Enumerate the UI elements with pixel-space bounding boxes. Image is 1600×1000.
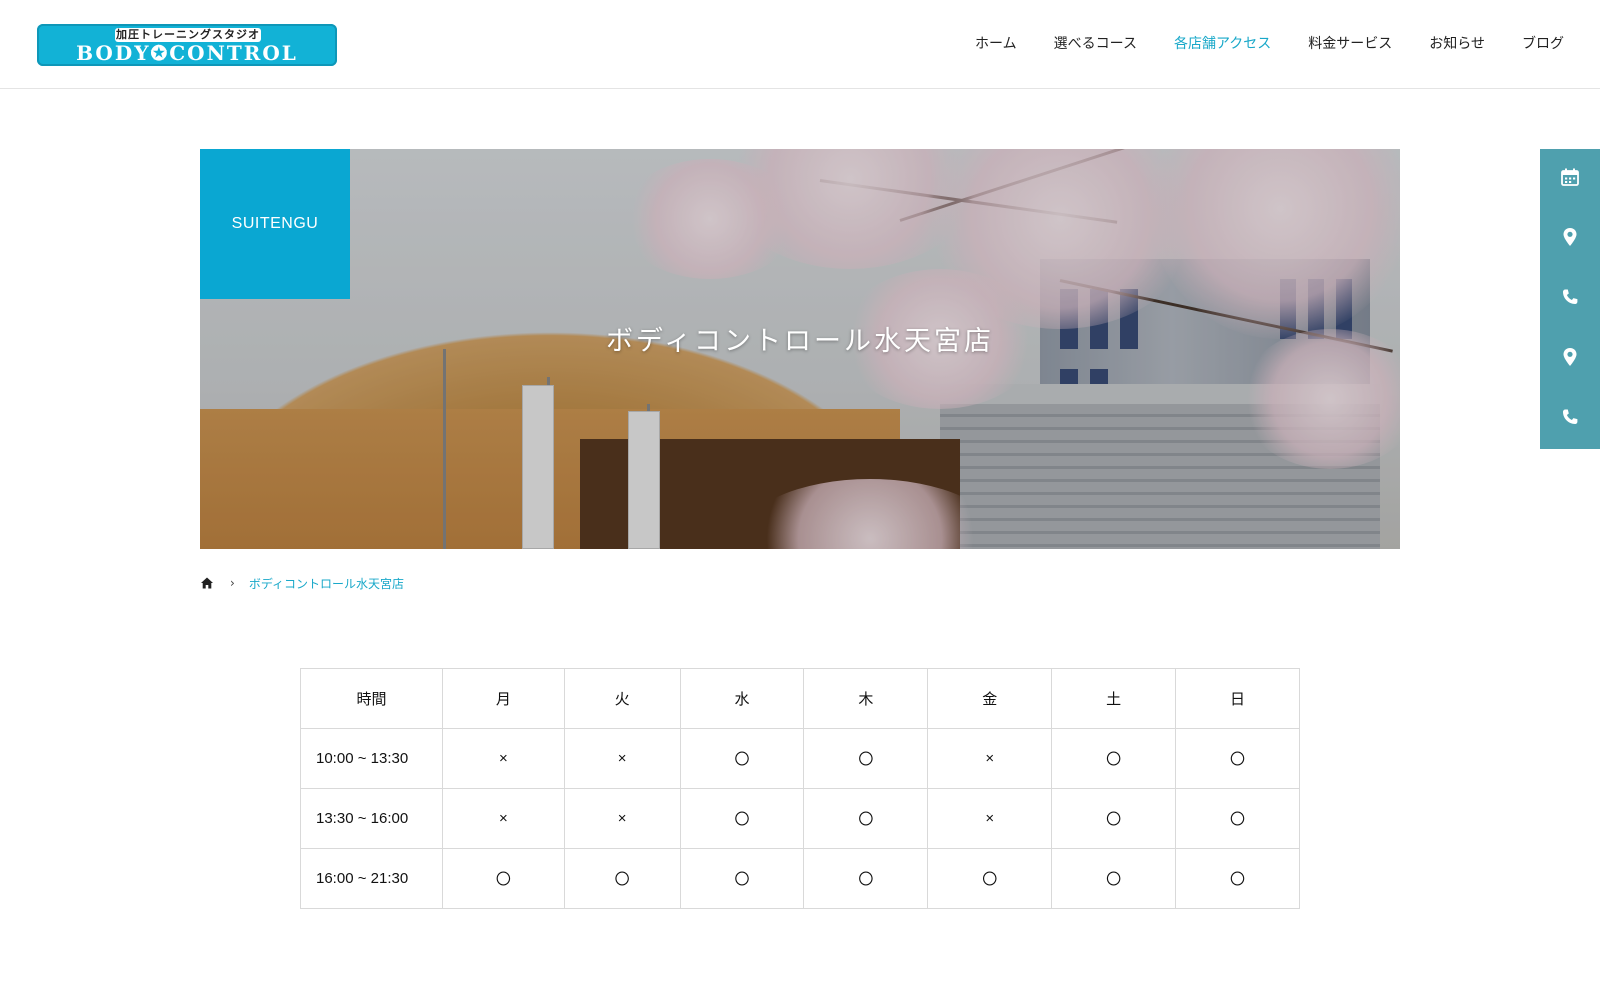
breadcrumb-separator: ›	[230, 576, 235, 590]
home-icon[interactable]	[200, 576, 214, 590]
availability-cell: ×	[441, 788, 565, 849]
nav-store-access[interactable]: 各店舗アクセス	[1174, 34, 1271, 54]
availability-cell: 〇	[803, 788, 929, 849]
availability-cell: ×	[441, 728, 565, 789]
logo-wordmark: BODY✪CONTROL	[76, 41, 298, 65]
column-header-thu: 木	[803, 668, 929, 729]
column-header-sun: 日	[1175, 668, 1300, 729]
time-slot: 16:00 ~ 21:30	[300, 848, 443, 909]
time-slot: 10:00 ~ 13:30	[300, 728, 443, 789]
availability-cell: 〇	[679, 728, 805, 789]
availability-cell: ×	[927, 788, 1053, 849]
availability-cell: 〇	[679, 788, 805, 849]
call-button[interactable]	[1540, 389, 1600, 449]
schedule-table: 時間 月 火 水 木 金 土 日 10:00 ~ 13:30 × × 〇 〇 ×…	[300, 668, 1300, 909]
main-nav: ホーム 選べるコース 各店舗アクセス 料金サービス お知らせ ブログ	[938, 34, 1564, 54]
logo-tagline: 加圧トレーニングスタジオ	[115, 28, 261, 42]
reserve-button[interactable]	[1540, 149, 1600, 209]
nav-home[interactable]: ホーム	[975, 34, 1017, 54]
table-row: 16:00 ~ 21:30 〇 〇 〇 〇 〇 〇 〇	[300, 848, 1300, 909]
table-header-row: 時間 月 火 水 木 金 土 日	[300, 668, 1300, 729]
availability-cell: 〇	[441, 848, 565, 909]
column-header-wed: 水	[679, 668, 805, 729]
column-header-sat: 土	[1051, 668, 1177, 729]
table-row: 13:30 ~ 16:00 × × 〇 〇 × 〇 〇	[300, 788, 1300, 849]
availability-cell: 〇	[1051, 728, 1177, 789]
time-slot: 13:30 ~ 16:00	[300, 788, 443, 849]
availability-cell: 〇	[803, 848, 929, 909]
availability-cell: ×	[563, 728, 681, 789]
nav-courses[interactable]: 選べるコース	[1054, 34, 1137, 54]
availability-cell: 〇	[1175, 848, 1300, 909]
availability-cell: 〇	[1051, 848, 1177, 909]
access-button[interactable]	[1540, 209, 1600, 269]
breadcrumb-current[interactable]: ボディコントロール水天宮店	[249, 575, 404, 592]
availability-cell: 〇	[927, 848, 1053, 909]
nav-news[interactable]: お知らせ	[1429, 34, 1485, 54]
phone-icon	[1561, 288, 1579, 310]
site-logo[interactable]: 加圧トレーニングスタジオ BODY✪CONTROL	[37, 24, 337, 66]
availability-cell: 〇	[1175, 728, 1300, 789]
availability-cell: 〇	[1051, 788, 1177, 849]
nav-pricing[interactable]: 料金サービス	[1308, 34, 1392, 54]
store-tag: SUITENGU	[200, 149, 350, 299]
call-button[interactable]	[1540, 269, 1600, 329]
availability-cell: ×	[927, 728, 1053, 789]
map-pin-icon	[1562, 227, 1578, 251]
map-pin-icon	[1562, 347, 1578, 371]
availability-cell: 〇	[563, 848, 681, 909]
phone-icon	[1561, 408, 1579, 430]
column-header-tue: 火	[563, 668, 681, 729]
site-header: 加圧トレーニングスタジオ BODY✪CONTROL ホーム 選べるコース 各店舗…	[0, 0, 1600, 89]
availability-cell: 〇	[1175, 788, 1300, 849]
availability-cell: 〇	[679, 848, 805, 909]
column-header-time: 時間	[300, 668, 443, 729]
access-button[interactable]	[1540, 329, 1600, 389]
breadcrumb: › ボディコントロール水天宮店	[200, 574, 404, 592]
availability-cell: ×	[563, 788, 681, 849]
hero-image: SUITENGU ボディコントロール水天宮店	[200, 149, 1400, 549]
column-header-fri: 金	[927, 668, 1053, 729]
page-title: ボディコントロール水天宮店	[605, 326, 995, 357]
table-row: 10:00 ~ 13:30 × × 〇 〇 × 〇 〇	[300, 728, 1300, 789]
side-action-rail	[1540, 149, 1600, 449]
calendar-icon	[1560, 167, 1580, 191]
availability-cell: 〇	[803, 728, 929, 789]
column-header-mon: 月	[441, 668, 565, 729]
nav-blog[interactable]: ブログ	[1522, 34, 1564, 54]
